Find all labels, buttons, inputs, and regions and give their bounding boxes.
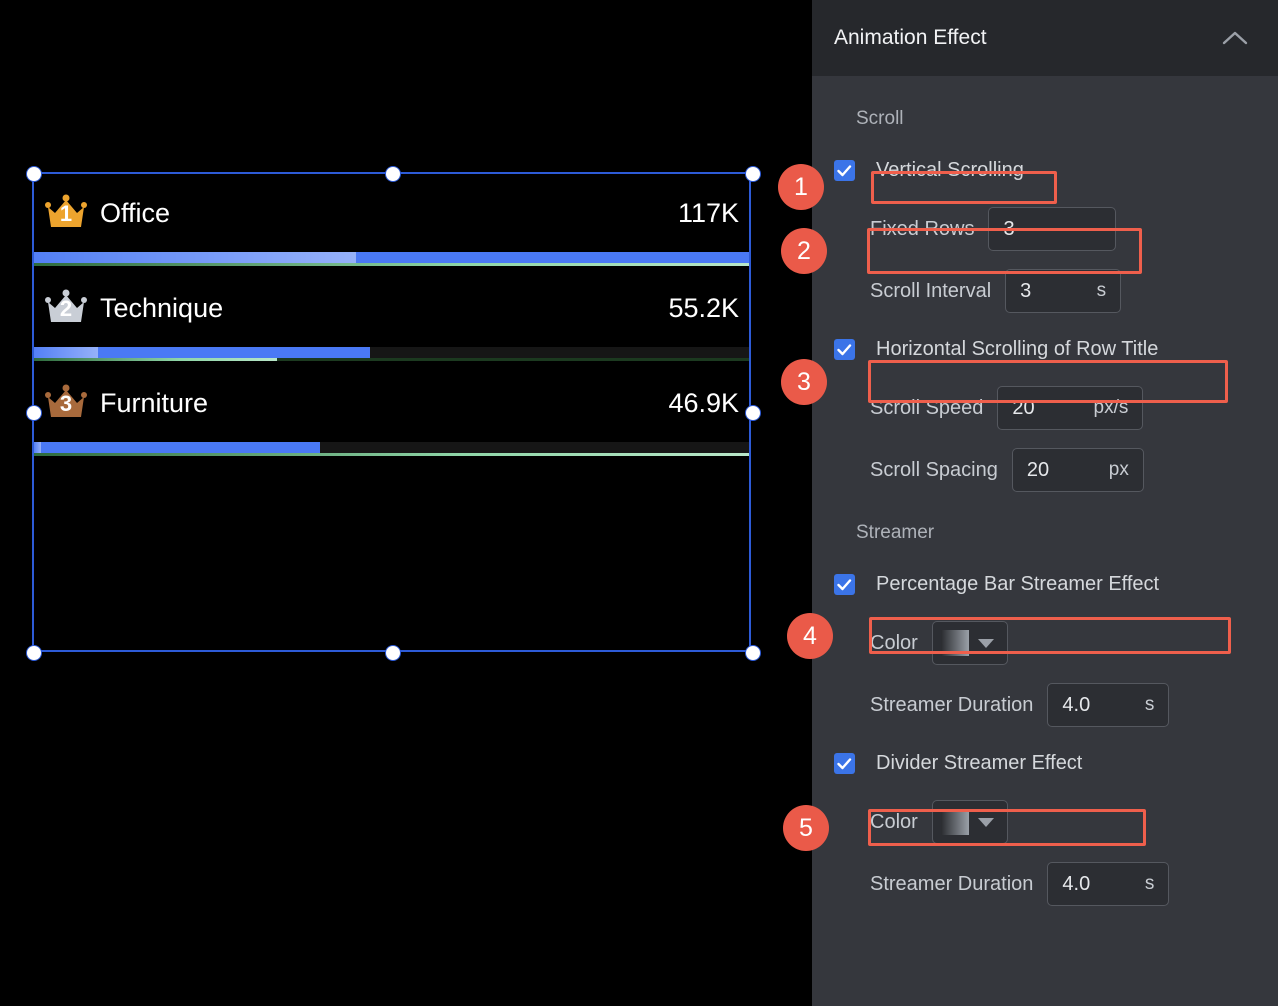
field-divider-streamer: Divider Streamer Effect: [834, 749, 1256, 778]
panel-header: Animation Effect: [812, 0, 1278, 76]
design-canvas[interactable]: 1 Office 117K 2 Technique 55.2K 3 Furnit…: [0, 0, 812, 1006]
scroll-speed-value: 20: [1012, 396, 1035, 419]
color-swatch: [940, 809, 969, 835]
checkbox-col: [834, 160, 870, 181]
resize-handle-top-right[interactable]: [746, 167, 760, 181]
resize-handle-middle-left[interactable]: [27, 406, 41, 420]
scroll-interval-label: Scroll Interval: [870, 279, 992, 302]
field-divider-color: Color: [834, 800, 1256, 844]
animation-effect-panel: Animation Effect Scroll Vertical Scrolli…: [812, 0, 1278, 1006]
selection-frame[interactable]: [27, 167, 760, 660]
checkbox-col: [834, 574, 870, 595]
caret-down-icon: [977, 638, 995, 649]
panel-title: Animation Effect: [834, 26, 987, 49]
divider-duration-input[interactable]: 4.0 s: [1047, 862, 1170, 906]
scroll-speed-unit: px/s: [1093, 397, 1129, 418]
scroll-spacing-unit: px: [1108, 459, 1129, 480]
fixed-rows-value: 3: [1003, 217, 1015, 240]
scroll-spacing-value: 20: [1026, 458, 1050, 481]
scroll-interval-value: 3: [1020, 279, 1032, 302]
panel-body: Scroll Vertical Scrolling Fixed Rows 3 S…: [812, 108, 1278, 906]
field-horizontal-scrolling: Horizontal Scrolling of Row Title: [834, 335, 1256, 364]
percentage-bar-duration-input[interactable]: 4.0 s: [1047, 683, 1170, 727]
divider-duration-unit: s: [1144, 873, 1155, 894]
resize-handle-middle-right[interactable]: [746, 406, 760, 420]
fixed-rows-label: Fixed Rows: [870, 217, 975, 240]
color-swatch: [940, 630, 969, 656]
caret-down-icon: [977, 817, 995, 828]
divider-streamer-label[interactable]: Divider Streamer Effect: [870, 749, 1088, 778]
horizontal-scrolling-label[interactable]: Horizontal Scrolling of Row Title: [870, 335, 1164, 364]
scroll-interval-unit: s: [1096, 280, 1107, 301]
percentage-bar-duration-value: 4.0: [1062, 693, 1091, 716]
field-percentage-bar-duration: Streamer Duration 4.0 s: [834, 683, 1256, 727]
percentage-bar-streamer-label[interactable]: Percentage Bar Streamer Effect: [870, 570, 1165, 599]
scroll-speed-label: Scroll Speed: [870, 396, 984, 419]
resize-handle-top-center[interactable]: [386, 167, 400, 181]
field-scroll-speed: Scroll Speed 20 px/s: [834, 386, 1256, 430]
divider-streamer-checkbox[interactable]: [834, 753, 855, 774]
field-divider-duration: Streamer Duration 4.0 s: [834, 862, 1256, 906]
percentage-bar-streamer-checkbox[interactable]: [834, 574, 855, 595]
section-label-scroll: Scroll: [856, 108, 904, 129]
scroll-interval-input[interactable]: 3 s: [1005, 269, 1122, 313]
percentage-bar-color-picker[interactable]: [931, 621, 1008, 665]
divider-duration-label: Streamer Duration: [870, 872, 1034, 895]
resize-handle-bottom-left[interactable]: [27, 646, 41, 660]
percentage-bar-duration-label: Streamer Duration: [870, 693, 1034, 716]
field-vertical-scrolling: Vertical Scrolling: [834, 156, 1256, 185]
horizontal-scrolling-checkbox[interactable]: [834, 339, 855, 360]
divider-duration-value: 4.0: [1062, 872, 1091, 895]
field-scroll-spacing: Scroll Spacing 20 px: [834, 448, 1256, 492]
fixed-rows-input[interactable]: 3: [988, 207, 1117, 251]
app-root: 1 Office 117K 2 Technique 55.2K 3 Furnit…: [0, 0, 1278, 1006]
vertical-scrolling-checkbox[interactable]: [834, 160, 855, 181]
field-percentage-bar-color: Color: [834, 621, 1256, 665]
divider-color-label: Color: [870, 810, 918, 833]
percentage-bar-color-label: Color: [870, 631, 918, 654]
checkbox-col: [834, 753, 870, 774]
scroll-spacing-label: Scroll Spacing: [870, 458, 998, 481]
field-scroll-interval: Scroll Interval 3 s: [834, 269, 1256, 313]
resize-handle-top-left[interactable]: [27, 167, 41, 181]
divider-color-picker[interactable]: [931, 800, 1008, 844]
resize-handle-bottom-right[interactable]: [746, 646, 760, 660]
field-fixed-rows: Fixed Rows 3: [834, 207, 1256, 251]
checkbox-col: [834, 339, 870, 360]
scroll-spacing-input[interactable]: 20 px: [1011, 448, 1144, 492]
field-percentage-bar-streamer: Percentage Bar Streamer Effect: [834, 570, 1256, 599]
resize-handle-bottom-center[interactable]: [386, 646, 400, 660]
percentage-bar-duration-unit: s: [1144, 694, 1155, 715]
vertical-scrolling-label[interactable]: Vertical Scrolling: [870, 156, 1030, 185]
chevron-up-icon[interactable]: [1216, 19, 1254, 57]
section-label-streamer: Streamer: [856, 522, 935, 543]
scroll-speed-input[interactable]: 20 px/s: [997, 386, 1144, 430]
